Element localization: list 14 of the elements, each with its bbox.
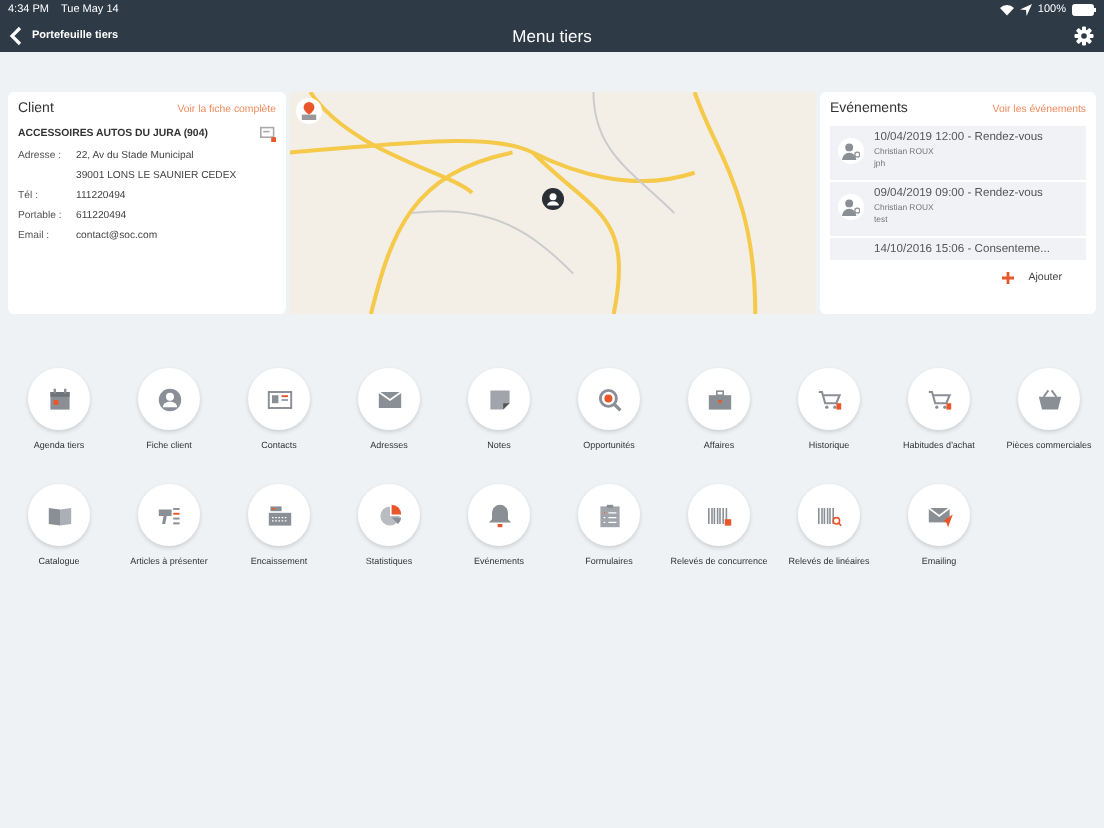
person-icon xyxy=(153,383,185,415)
wifi-icon xyxy=(999,3,1014,15)
location-arrow-icon xyxy=(1019,3,1032,15)
plus-icon xyxy=(1002,272,1015,284)
person-avatar-icon xyxy=(838,194,864,220)
location-marker-icon xyxy=(542,188,564,210)
person-avatar-icon xyxy=(838,138,864,164)
screen-title: Menu tiers xyxy=(512,25,592,45)
search-icon xyxy=(593,383,625,415)
map-pin-icon xyxy=(300,102,318,120)
edit-card-icon[interactable] xyxy=(260,126,276,142)
settings-icon[interactable] xyxy=(1074,25,1094,45)
battery-icon xyxy=(1072,3,1096,15)
back-chevron-icon xyxy=(10,25,22,45)
